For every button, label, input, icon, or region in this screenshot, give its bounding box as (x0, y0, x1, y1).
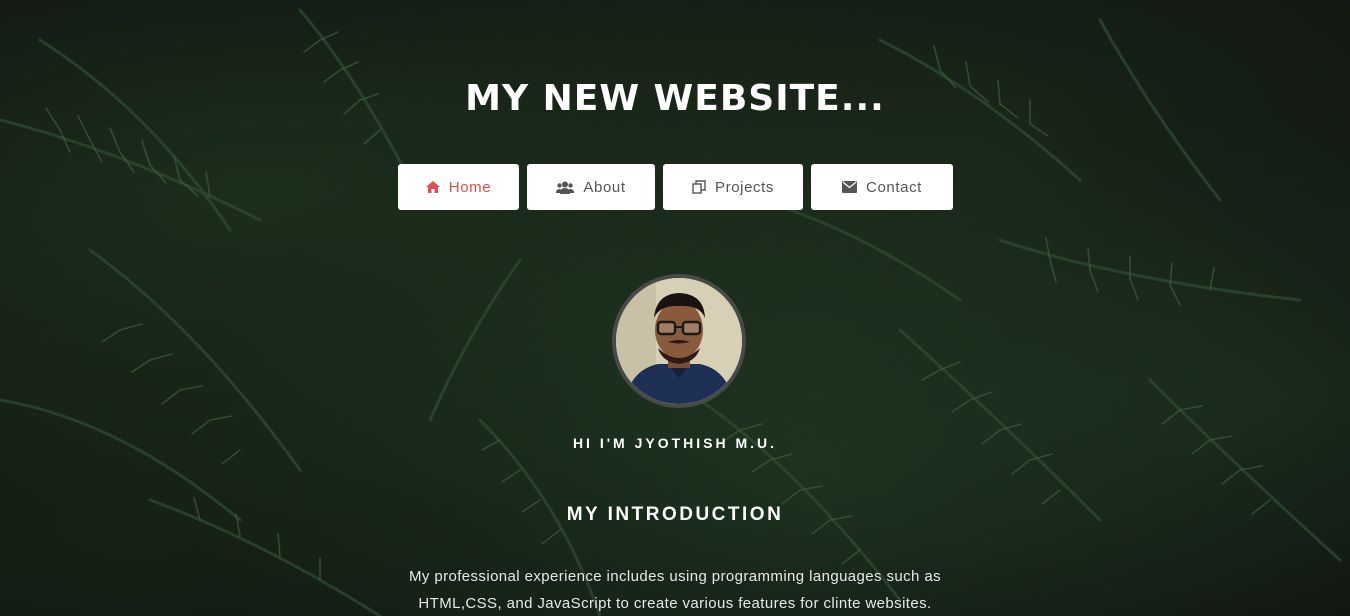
users-icon (556, 181, 575, 194)
profile-photo (616, 278, 742, 404)
nav-contact-button[interactable]: Contact (811, 164, 953, 210)
nav-home-button[interactable]: Home (398, 164, 519, 210)
envelope-icon (842, 181, 858, 193)
profile-greeting: HI I'M JYOTHISH M.U. (572, 435, 778, 451)
intro-text: My professional experience includes usin… (408, 568, 941, 612)
site-title: MY NEW WEBSITE... (465, 78, 885, 119)
nav-projects-button[interactable]: Projects (663, 164, 803, 210)
nav-about-button[interactable]: About (527, 164, 655, 210)
nav-home-label: Home (448, 178, 492, 196)
intro-heading: MY INTRODUCTION (566, 504, 784, 525)
home-icon (425, 181, 440, 193)
hero-section: MY NEW WEBSITE... Home About Projects Co… (0, 0, 1350, 616)
profile-avatar (612, 274, 746, 408)
nav-about-label: About (583, 178, 626, 196)
copy-icon (692, 180, 706, 194)
main-nav: Home About Projects Contact (398, 164, 953, 210)
nav-contact-label: Contact (866, 178, 922, 196)
nav-projects-label: Projects (715, 178, 774, 196)
